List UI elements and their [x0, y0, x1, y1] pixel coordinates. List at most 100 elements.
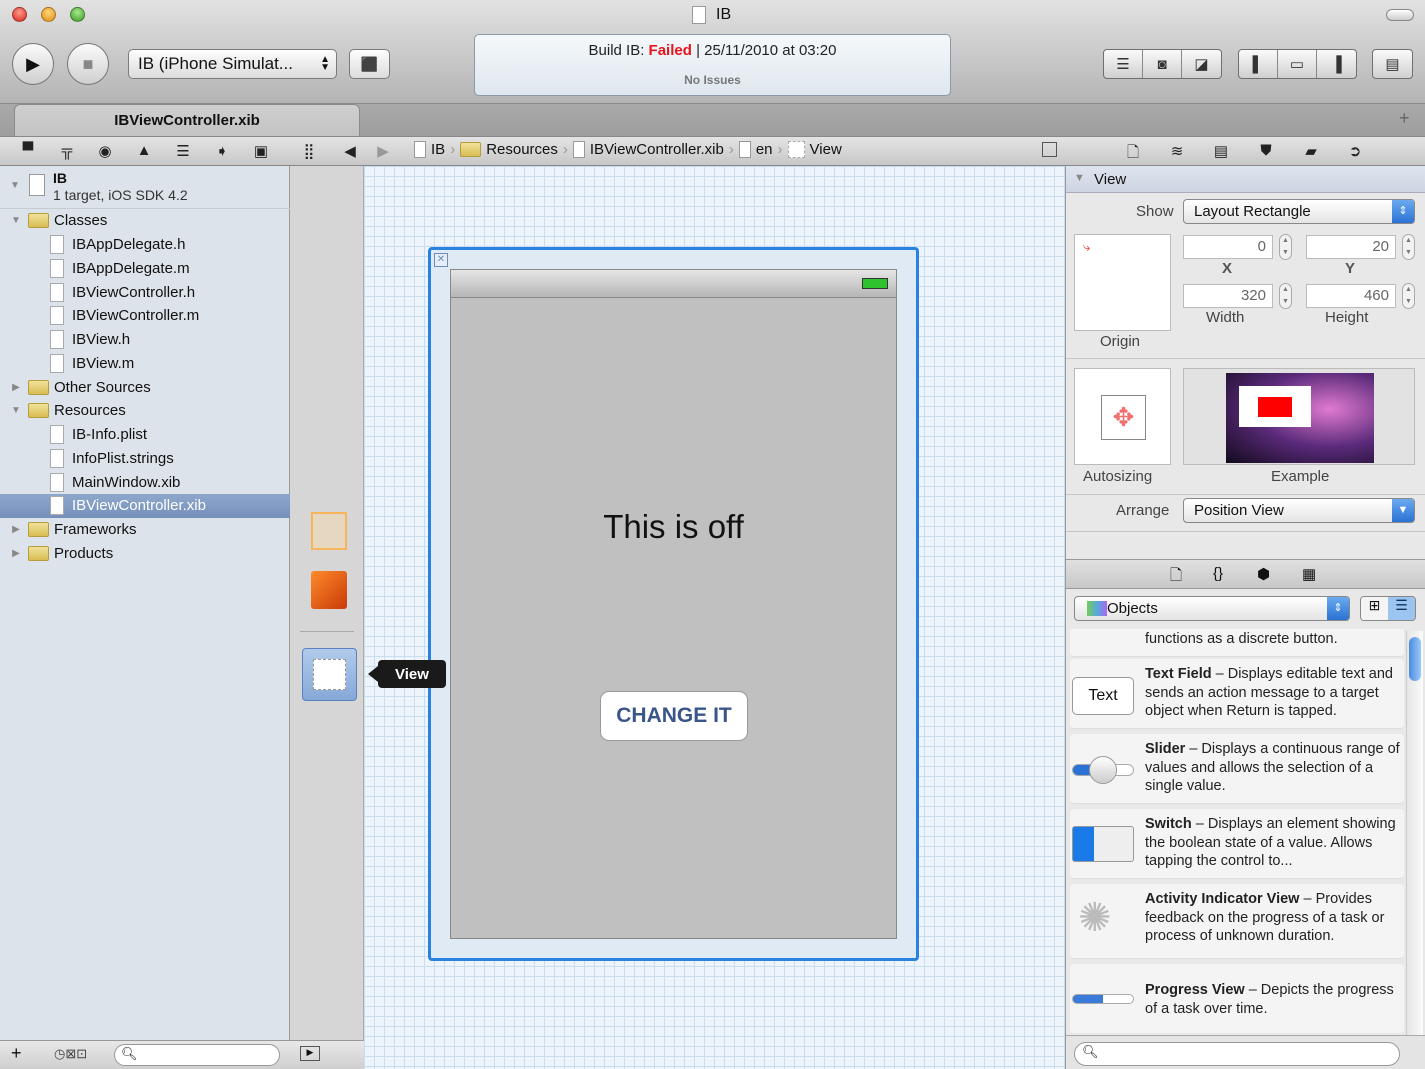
toolbar-toggle-button[interactable] — [1386, 9, 1414, 21]
x-field[interactable]: 0 — [1183, 235, 1273, 259]
organizer-icon[interactable]: ▤ — [1373, 50, 1412, 78]
disclosure-triangle-icon[interactable]: ▶ — [10, 382, 22, 393]
navigator-search-input[interactable]: 🔍︎ — [114, 1044, 280, 1066]
breakpoints-button[interactable]: ⬛ — [349, 49, 390, 79]
project-navigator-icon[interactable]: ▀ — [17, 142, 39, 160]
jumpbar-en[interactable]: en — [756, 141, 773, 158]
autosizing-control[interactable]: ✥ — [1074, 368, 1171, 465]
media-library-icon[interactable]: ▦ — [1302, 565, 1316, 583]
view-mode-segment[interactable]: ⊞ ☰ — [1360, 596, 1416, 621]
attributes-inspector-icon[interactable]: ⛊ — [1255, 142, 1277, 160]
grid-view-icon[interactable]: ⊞ — [1361, 597, 1388, 620]
disclosure-triangle-icon[interactable]: ▼ — [10, 215, 22, 226]
navigator-item[interactable]: ▶ Frameworks — [0, 518, 290, 542]
library-selector[interactable]: Objects ⇕ — [1074, 596, 1350, 621]
editor-segment[interactable]: ☰ ◙ ◪ — [1103, 49, 1222, 79]
filter-options-icon[interactable]: ◷⊠⊡ — [54, 1046, 87, 1062]
navigator-item[interactable]: IBViewController.m — [0, 304, 290, 328]
tab-ibviewcontroller[interactable]: IBViewController.xib — [14, 104, 360, 136]
width-stepper[interactable]: ▲ ▼ — [1279, 283, 1292, 309]
search-navigator-icon[interactable]: ◉ — [94, 142, 116, 160]
navigator-item[interactable]: ▶ Other Sources — [0, 375, 290, 399]
close-window-button[interactable] — [12, 7, 27, 22]
split-editor-icon[interactable] — [1042, 142, 1057, 157]
close-view-icon[interactable]: ✕ — [434, 253, 448, 267]
log-navigator-icon[interactable]: ▣ — [250, 142, 272, 160]
navigator-item[interactable]: IBView.m — [0, 352, 290, 376]
library-item[interactable]: Text Text Field – Displays editable text … — [1070, 659, 1404, 729]
file-template-icon[interactable]: 🗋 — [1170, 565, 1182, 590]
debug-navigator-icon[interactable]: ☰ — [172, 142, 194, 160]
scheme-selector[interactable]: IB (iPhone Simulat... ▲ ▼ — [128, 49, 337, 79]
quick-help-icon[interactable]: ≋ — [1166, 142, 1188, 160]
navigator-item[interactable]: ▶ Products — [0, 542, 290, 566]
change-it-button[interactable]: CHANGE IT — [600, 691, 748, 741]
navigator-item[interactable]: IB-Info.plist — [0, 423, 290, 447]
code-snippet-icon[interactable]: {} — [1213, 565, 1223, 582]
jumpbar-resources[interactable]: Resources — [486, 141, 558, 158]
identity-inspector-icon[interactable]: ▤ — [1210, 142, 1232, 160]
jumpbar-xib[interactable]: IBViewController.xib — [590, 141, 724, 158]
list-item-partial[interactable]: functions as a discrete button. — [1070, 629, 1404, 657]
breakpoint-navigator-icon[interactable]: ➧ — [211, 142, 233, 160]
width-field[interactable]: 320 — [1183, 284, 1273, 308]
run-button[interactable]: ▶ — [12, 43, 54, 85]
navigator-toggle-icon[interactable]: ▌ — [1239, 50, 1278, 78]
navigator-item[interactable]: MainWindow.xib — [0, 470, 290, 494]
x-stepper[interactable]: ▲ ▼ — [1279, 234, 1292, 260]
object-library-icon[interactable]: ⬢ — [1257, 565, 1270, 583]
zoom-window-button[interactable] — [70, 7, 85, 22]
navigator-item[interactable]: InfoPlist.strings — [0, 447, 290, 471]
navigator-item[interactable]: IBViewController.xib — [0, 494, 290, 518]
size-inspector-icon[interactable]: ▰ — [1300, 142, 1322, 160]
disclosure-triangle-icon[interactable]: ▼ — [1074, 172, 1085, 184]
arrange-popup[interactable]: Position View ▼ — [1183, 498, 1415, 523]
navigator-item[interactable]: IBViewController.h — [0, 280, 290, 304]
navigator-item[interactable]: ▼ Classes — [0, 209, 290, 233]
forward-arrow-icon[interactable]: ▶ — [372, 142, 394, 160]
jumpbar-ib[interactable]: IB — [431, 141, 445, 158]
version-editor-icon[interactable]: ◪ — [1182, 50, 1221, 78]
jumpbar-view[interactable]: View — [810, 141, 842, 158]
library-scrollbar[interactable] — [1406, 631, 1423, 1035]
y-field[interactable]: 20 — [1306, 235, 1396, 259]
connections-inspector-icon[interactable]: ➲ — [1344, 142, 1366, 160]
status-label[interactable]: This is off — [451, 508, 896, 546]
height-field[interactable]: 460 — [1306, 284, 1396, 308]
show-popup[interactable]: Layout Rectangle ⇕ — [1183, 199, 1415, 224]
navigator-item[interactable]: IBView.h — [0, 328, 290, 352]
first-responder-icon[interactable] — [311, 571, 347, 609]
disclosure-triangle-icon[interactable]: ▼ — [10, 405, 22, 416]
disclosure-triangle-icon[interactable]: ▼ — [9, 180, 21, 191]
navigator-item[interactable]: IBAppDelegate.m — [0, 257, 290, 281]
library-item[interactable]: ✺ Activity Indicator View – Provides feed… — [1070, 884, 1404, 959]
issue-navigator-icon[interactable]: ▲ — [133, 142, 155, 160]
list-view-icon[interactable]: ☰ — [1388, 597, 1415, 620]
disclosure-triangle-icon[interactable]: ▶ — [10, 524, 22, 535]
dock-toggle-icon[interactable]: ▶ — [300, 1046, 320, 1061]
assistant-editor-icon[interactable]: ◙ — [1143, 50, 1182, 78]
view-segment[interactable]: ▌ ▭ ▐ — [1238, 49, 1357, 79]
iphone-view[interactable]: This is off CHANGE IT — [450, 269, 897, 939]
organizer-button[interactable]: ▤ — [1372, 49, 1413, 79]
height-stepper[interactable]: ▲ ▼ — [1402, 283, 1415, 309]
section-header[interactable]: ▼ View — [1066, 166, 1425, 193]
utilities-toggle-icon[interactable]: ▐ — [1317, 50, 1356, 78]
library-item[interactable]: Slider – Displays a continuous range of … — [1070, 734, 1404, 804]
standard-editor-icon[interactable]: ☰ — [1104, 50, 1143, 78]
minimize-window-button[interactable] — [41, 7, 56, 22]
view-object-icon[interactable] — [302, 648, 357, 701]
disclosure-triangle-icon[interactable]: ▶ — [10, 548, 22, 559]
library-item[interactable]: Switch – Displays an element showing the… — [1070, 809, 1404, 879]
related-files-icon[interactable]: ⣿ — [298, 142, 320, 160]
project-row[interactable]: ▼ IB 1 target, iOS SDK 4.2 — [0, 166, 290, 209]
back-arrow-icon[interactable]: ◀ — [339, 142, 361, 160]
debug-toggle-icon[interactable]: ▭ — [1278, 50, 1317, 78]
file-inspector-icon[interactable]: 🗋 — [1122, 142, 1144, 161]
navigator-item[interactable]: IBAppDelegate.h — [0, 233, 290, 257]
symbol-navigator-icon[interactable]: ╦ — [56, 142, 78, 160]
new-tab-button[interactable]: + — [1399, 108, 1410, 129]
stop-button[interactable]: ■ — [67, 43, 109, 85]
add-icon[interactable]: + — [11, 1043, 22, 1064]
origin-picker[interactable]: ⤷ — [1074, 234, 1171, 331]
